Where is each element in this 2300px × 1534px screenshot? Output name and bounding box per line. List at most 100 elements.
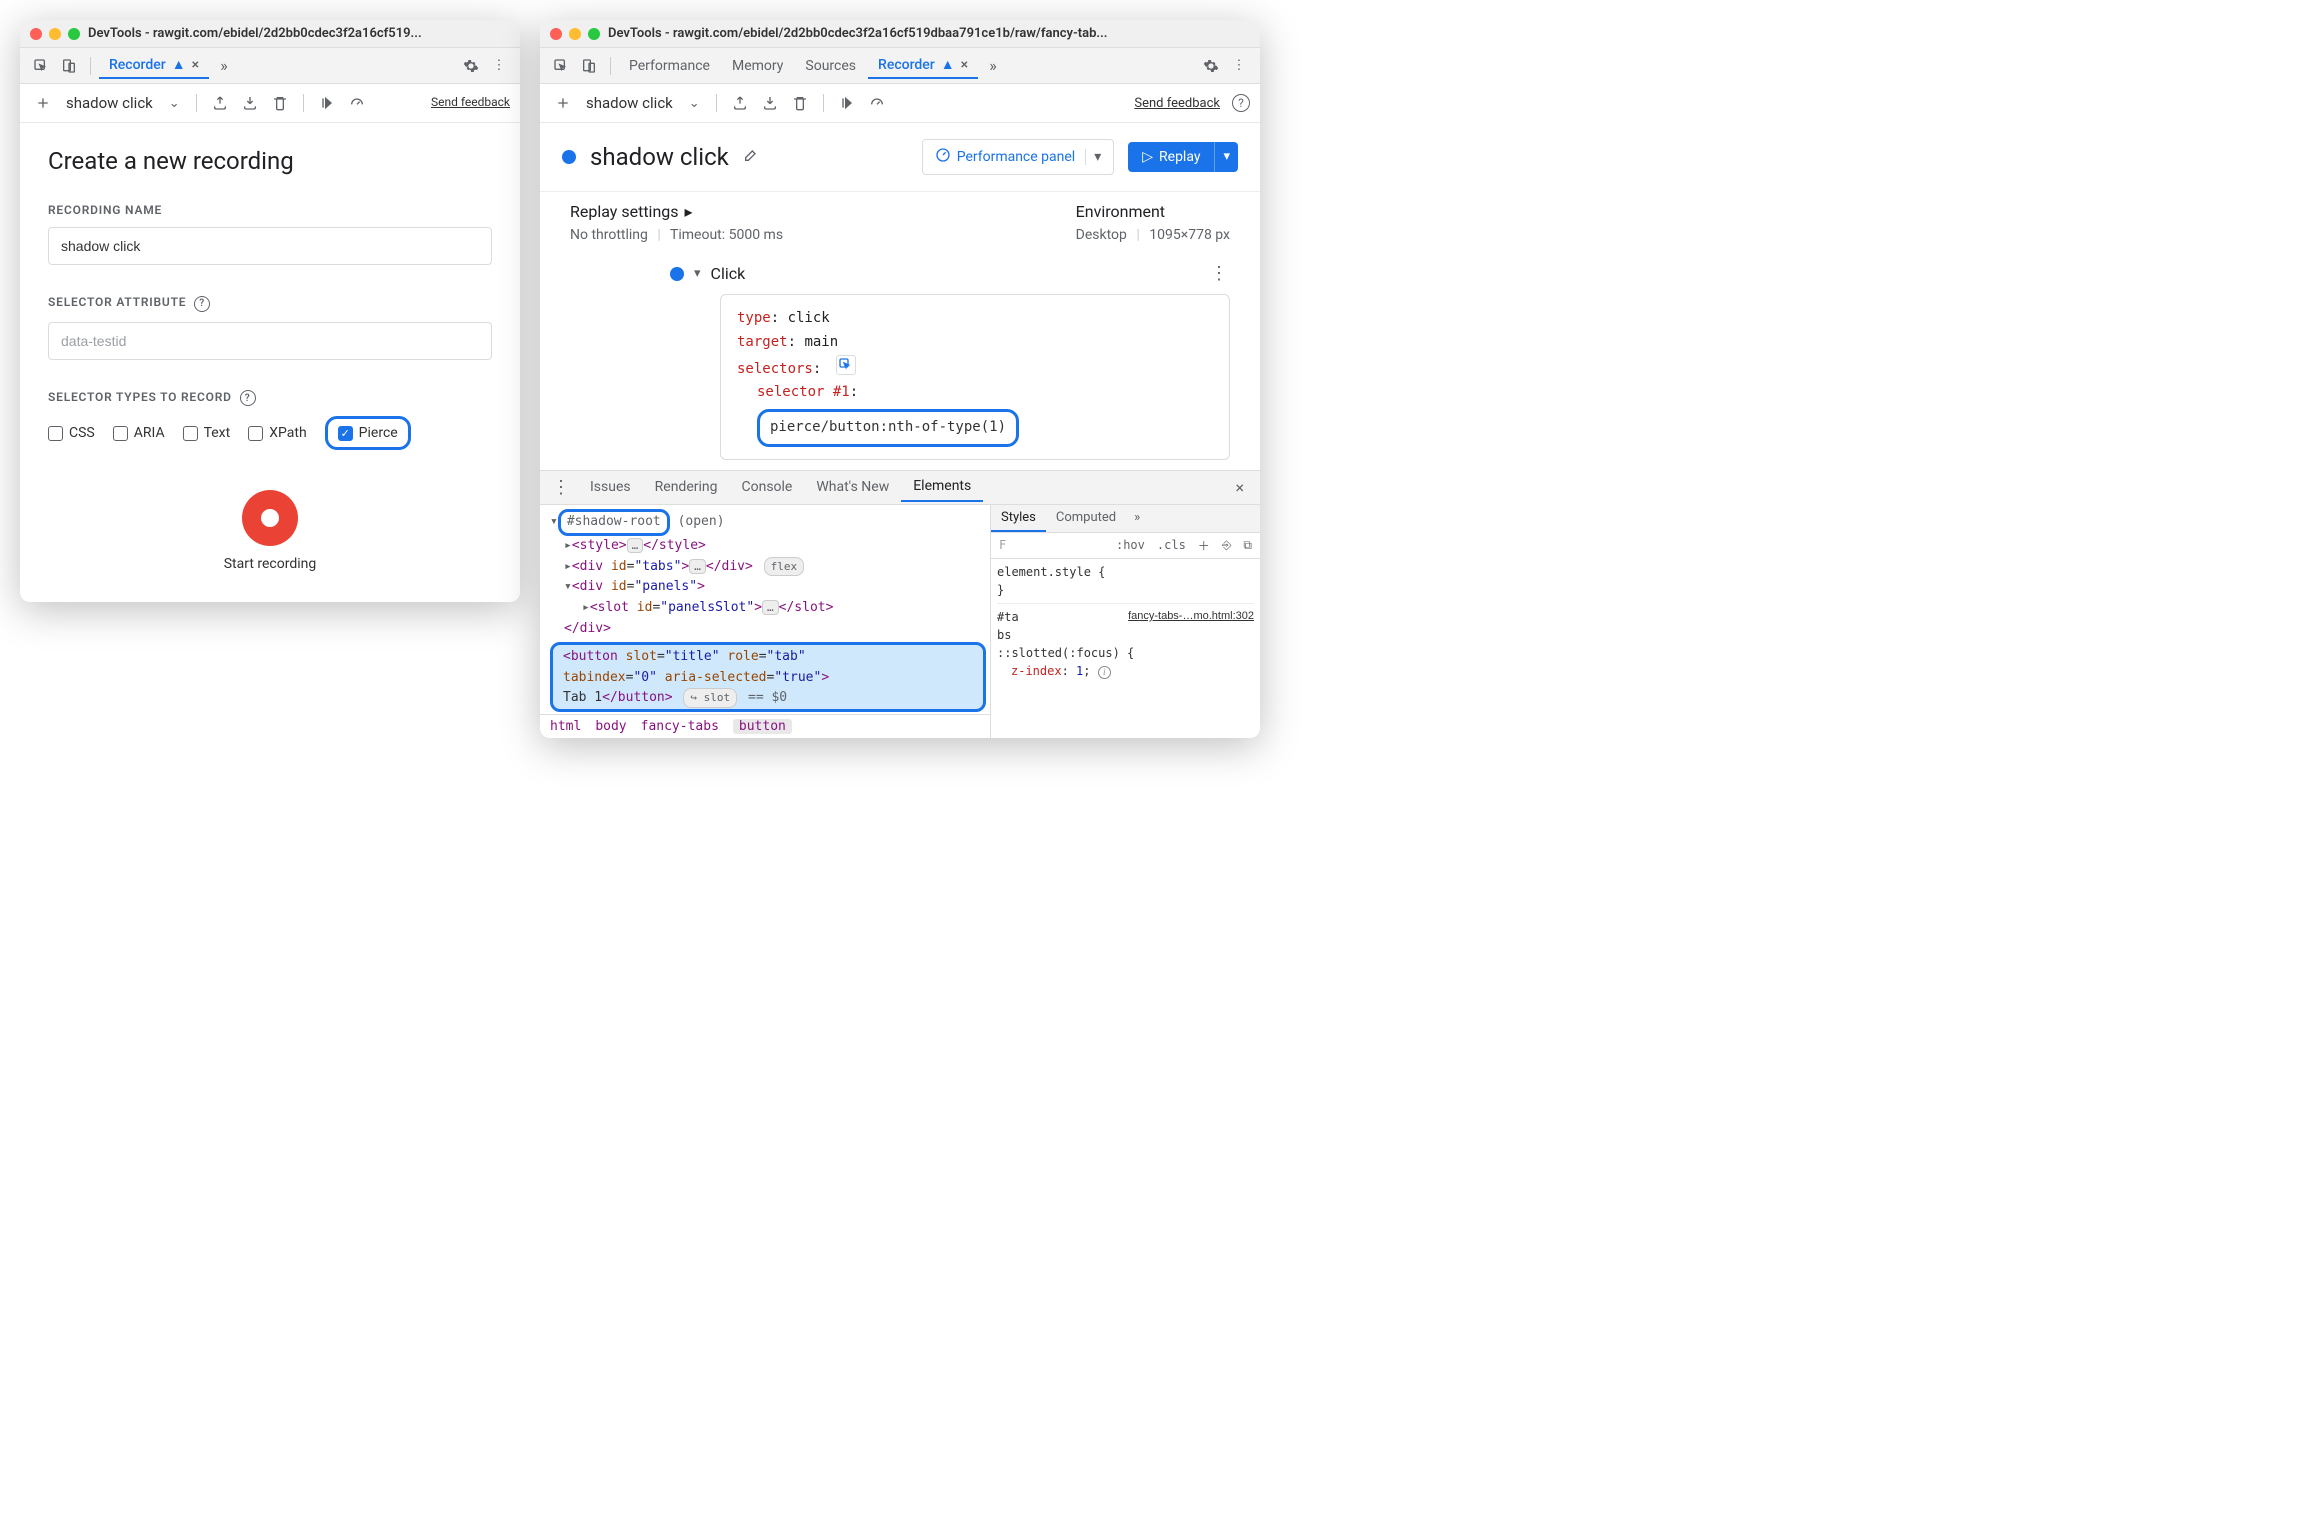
zoom-window[interactable] [588,28,600,40]
device-toggle-icon[interactable] [576,53,602,79]
elements-tree[interactable]: ▾#shadow-root (open) ▸<style>…</style> ▸… [540,505,990,714]
performance-panel-button[interactable]: Performance panel ▾ [922,139,1115,175]
tab-memory[interactable]: Memory [722,54,793,78]
add-recording-icon[interactable] [550,90,576,116]
devtools-window-left: DevTools - rawgit.com/ebidel/2d2bb0cdec3… [20,20,520,602]
more-tabs-icon[interactable]: » [1126,505,1148,532]
zoom-window[interactable] [68,28,80,40]
flow-dropdown-icon[interactable]: ⌄ [689,96,700,111]
send-feedback-link[interactable]: Send feedback [431,96,510,109]
step-row: ▾ Click ⋮ [570,259,1230,294]
step-name[interactable]: Click [711,264,746,283]
tab-recorder[interactable]: Recorder ▲ × [99,52,209,79]
crumb-fancy-tabs[interactable]: fancy-tabs [641,719,719,734]
settings-icon[interactable] [1198,53,1224,79]
close-window[interactable] [30,28,42,40]
pick-element-icon[interactable] [836,355,856,375]
environment-title: Environment [1076,202,1230,221]
import-icon[interactable] [237,90,263,116]
delete-icon[interactable] [267,90,293,116]
speed-icon[interactable] [864,90,890,116]
kebab-menu-icon[interactable]: ⋮ [1226,53,1252,79]
separator [90,57,91,75]
checkbox-xpath[interactable]: XPath [248,425,306,441]
cls-toggle[interactable]: .cls [1153,536,1190,554]
styles-rules[interactable]: element.style { } fancy-tabs-…mo.html:30… [991,559,1260,684]
toggle-sidebar-icon[interactable]: ⧉ [1239,536,1256,555]
drawer-tab-console[interactable]: Console [729,473,804,501]
status-dot [562,150,576,164]
info-icon[interactable]: i [1098,666,1111,679]
inspect-icon[interactable] [548,53,574,79]
export-icon[interactable] [727,90,753,116]
help-icon[interactable]: ? [240,390,256,406]
filter-input[interactable]: F [995,536,1010,554]
separator [196,94,197,112]
crumb-button[interactable]: button [733,719,792,734]
replay-button[interactable]: ▷ Replay [1128,142,1214,172]
drawer-tabbar: ⋮ Issues Rendering Console What's New El… [540,470,1260,505]
chevron-down-icon[interactable]: ▾ [1085,149,1101,165]
recorder-toolbar: shadow click ⌄ Send feedback [20,84,520,123]
minimize-window[interactable] [49,28,61,40]
step-menu-icon[interactable]: ⋮ [1210,263,1230,284]
kebab-menu-icon[interactable]: ⋮ [486,53,512,79]
new-style-rule-icon[interactable]: ＋ [1194,535,1214,556]
computed-styles-icon[interactable]: ⎆ [1218,536,1236,555]
drawer-menu-icon[interactable]: ⋮ [546,471,578,504]
close-drawer-icon[interactable]: × [1225,472,1254,503]
step-over-icon[interactable] [314,90,340,116]
tab-recorder[interactable]: Recorder ▲ × [868,52,978,79]
styles-tabbar: Styles Computed » [991,505,1260,533]
recording-name-input[interactable] [48,227,492,265]
speed-icon[interactable] [344,90,370,116]
drawer-tab-issues[interactable]: Issues [578,473,643,501]
source-link[interactable]: fancy-tabs-…mo.html:302 [1128,608,1254,625]
selector-attribute-input[interactable] [48,322,492,360]
inspect-icon[interactable] [28,53,54,79]
delete-icon[interactable] [787,90,813,116]
replay-settings-toggle[interactable]: Replay settings ▸ [570,202,783,221]
styles-tab-computed[interactable]: Computed [1046,505,1126,532]
close-tab-icon[interactable]: × [961,57,968,73]
selector-value-highlighted[interactable]: pierce/button:nth-of-type(1) [757,409,1019,447]
drawer-tab-rendering[interactable]: Rendering [643,473,730,501]
expand-step-icon[interactable]: ▾ [694,266,701,281]
replay-options-icon[interactable]: ▾ [1214,142,1238,172]
crumb-body[interactable]: body [595,719,626,734]
tab-label: Recorder [109,57,166,73]
drawer-tab-elements[interactable]: Elements [901,472,983,502]
close-window[interactable] [550,28,562,40]
checkbox-aria[interactable]: ARIA [113,425,165,441]
export-icon[interactable] [207,90,233,116]
start-recording-button[interactable] [242,490,298,546]
drawer-tab-whatsnew[interactable]: What's New [804,473,901,501]
close-tab-icon[interactable]: × [192,57,199,73]
settings-icon[interactable] [458,53,484,79]
edit-title-icon[interactable] [743,147,759,167]
checkbox-css[interactable]: CSS [48,425,95,441]
flow-name[interactable]: shadow click [60,94,159,112]
flow-name[interactable]: shadow click [580,94,679,112]
tab-sources[interactable]: Sources [795,54,866,78]
minimize-window[interactable] [569,28,581,40]
import-icon[interactable] [757,90,783,116]
styles-tab-styles[interactable]: Styles [991,505,1046,532]
help-icon[interactable]: ? [1232,94,1250,112]
step-over-icon[interactable] [834,90,860,116]
more-tabs-icon[interactable]: » [211,53,237,79]
send-feedback-link[interactable]: Send feedback [1134,96,1220,111]
crumb-html[interactable]: html [550,719,581,734]
device-toggle-icon[interactable] [56,53,82,79]
replay-settings-summary: No throttling | Timeout: 5000 ms [570,227,783,243]
tab-performance[interactable]: Performance [619,54,720,78]
slot-badge[interactable]: ↪ slot [683,688,737,708]
help-icon[interactable]: ? [194,296,210,312]
add-recording-icon[interactable] [30,90,56,116]
checkbox-text[interactable]: Text [183,425,231,441]
checkbox-pierce[interactable]: ✓Pierce [338,425,398,441]
flow-dropdown-icon[interactable]: ⌄ [169,96,180,111]
hov-toggle[interactable]: :hov [1112,536,1149,554]
more-tabs-icon[interactable]: » [980,53,1006,79]
flex-badge[interactable]: flex [764,557,805,577]
